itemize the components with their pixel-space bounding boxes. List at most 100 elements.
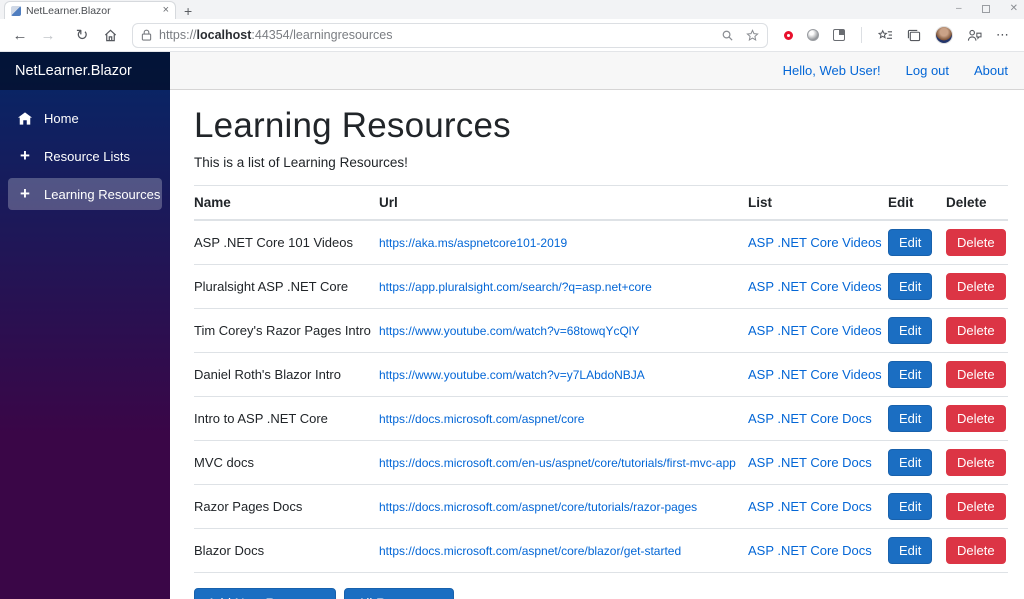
- edit-cell: Edit: [888, 229, 946, 256]
- edit-cell: Edit: [888, 317, 946, 344]
- sidebar-item-learning-resources[interactable]: + Learning Resources: [8, 178, 162, 210]
- toolbar-divider: [861, 27, 862, 43]
- delete-button[interactable]: Delete: [946, 361, 1006, 388]
- hello-user-link[interactable]: Hello, Web User!: [783, 63, 881, 78]
- resource-url-link[interactable]: https://aka.ms/aspnetcore101-2019: [379, 236, 567, 250]
- sidebar-item-label: Home: [44, 110, 79, 126]
- profile-avatar[interactable]: [935, 26, 953, 44]
- resource-list-cell: ASP .NET Core Docs: [748, 411, 888, 426]
- menu-icon[interactable]: ⋯: [996, 27, 1010, 43]
- main-panel: Learning Resources This is a list of Lea…: [170, 90, 1024, 599]
- edit-cell: Edit: [888, 493, 946, 520]
- extension-o-icon[interactable]: [784, 30, 793, 40]
- edit-button[interactable]: Edit: [888, 361, 933, 388]
- top-row: Hello, Web User! Log out About: [170, 52, 1024, 90]
- back-icon[interactable]: ←: [8, 23, 32, 47]
- resource-list-link[interactable]: ASP .NET Core Docs: [748, 499, 872, 514]
- delete-button[interactable]: Delete: [946, 229, 1006, 256]
- edit-cell: Edit: [888, 361, 946, 388]
- edit-button[interactable]: Edit: [888, 273, 933, 300]
- search-icon[interactable]: [721, 29, 734, 42]
- tab-favicon-icon: [11, 5, 21, 16]
- resource-url-cell: https://docs.microsoft.com/en-us/aspnet/…: [379, 455, 748, 470]
- col-header-delete: Delete: [946, 195, 987, 210]
- delete-cell: Delete: [946, 229, 1008, 256]
- resource-list-link[interactable]: ASP .NET Core Docs: [748, 411, 872, 426]
- resource-url-cell: https://aka.ms/aspnetcore101-2019: [379, 235, 748, 250]
- sidebar-nav: Home + Resource Lists + Learning Resourc…: [0, 90, 170, 210]
- sidebar-item-resource-lists[interactable]: + Resource Lists: [8, 140, 162, 172]
- edit-button[interactable]: Edit: [888, 493, 933, 520]
- resource-list-cell: ASP .NET Core Videos: [748, 323, 888, 338]
- all-resources-button[interactable]: All Resources: [344, 588, 454, 599]
- table-row: Pluralsight ASP .NET Core https://app.pl…: [194, 265, 1008, 309]
- delete-button[interactable]: Delete: [946, 537, 1006, 564]
- table-header-row: Name Url List Edit Delete: [194, 185, 1008, 221]
- delete-cell: Delete: [946, 493, 1008, 520]
- tab-bar: NetLearner.Blazor × + – ✕: [0, 0, 1024, 19]
- resource-url-link[interactable]: https://docs.microsoft.com/aspnet/core/b…: [379, 544, 681, 558]
- url-text: https://localhost:44354/learningresource…: [159, 28, 393, 42]
- minimize-button[interactable]: –: [956, 4, 962, 14]
- edit-button[interactable]: Edit: [888, 449, 933, 476]
- new-tab-button[interactable]: +: [184, 4, 192, 18]
- favorites-bar-icon[interactable]: [878, 28, 893, 42]
- resources-table: Name Url List Edit Delete ASP .NET Core …: [194, 185, 1008, 573]
- tab-close-icon[interactable]: ×: [163, 5, 169, 16]
- delete-button[interactable]: Delete: [946, 317, 1006, 344]
- resource-list-link[interactable]: ASP .NET Core Videos: [748, 323, 882, 338]
- sidebar-item-home[interactable]: Home: [8, 102, 162, 134]
- address-bar[interactable]: https://localhost:44354/learningresource…: [132, 22, 768, 48]
- resource-list-link[interactable]: ASP .NET Core Videos: [748, 367, 882, 382]
- resource-name: ASP .NET Core 101 Videos: [194, 235, 353, 250]
- resource-list-link[interactable]: ASP .NET Core Docs: [748, 543, 872, 558]
- resource-url-link[interactable]: https://www.youtube.com/watch?v=68towqYc…: [379, 324, 639, 338]
- delete-cell: Delete: [946, 361, 1008, 388]
- collections-icon[interactable]: [907, 29, 921, 42]
- edit-button[interactable]: Edit: [888, 405, 933, 432]
- resource-url-link[interactable]: https://www.youtube.com/watch?v=y7LAbdoN…: [379, 368, 645, 382]
- resource-url-link[interactable]: https://docs.microsoft.com/en-us/aspnet/…: [379, 456, 736, 470]
- resource-list-cell: ASP .NET Core Videos: [748, 235, 888, 250]
- edit-button[interactable]: Edit: [888, 229, 933, 256]
- browser-toolbar: ← → ↻ https://localhost:44354/learningre…: [0, 19, 1024, 52]
- resource-name: Blazor Docs: [194, 543, 265, 558]
- about-link[interactable]: About: [974, 63, 1008, 78]
- star-icon[interactable]: [746, 28, 759, 42]
- resource-list-link[interactable]: ASP .NET Core Videos: [748, 235, 882, 250]
- delete-button[interactable]: Delete: [946, 405, 1006, 432]
- home-icon[interactable]: [98, 23, 122, 47]
- delete-cell: Delete: [946, 405, 1008, 432]
- resource-url-link[interactable]: https://docs.microsoft.com/aspnet/core/t…: [379, 500, 697, 514]
- browser-tab[interactable]: NetLearner.Blazor ×: [4, 1, 176, 19]
- resource-name: Razor Pages Docs: [194, 499, 303, 514]
- restore-button[interactable]: [981, 5, 990, 13]
- delete-button[interactable]: Delete: [946, 493, 1006, 520]
- add-new-resource-button[interactable]: Add New Resource: [194, 588, 337, 599]
- col-header-list: List: [748, 195, 773, 210]
- resource-url-link[interactable]: https://docs.microsoft.com/aspnet/core: [379, 412, 584, 426]
- resource-url-link[interactable]: https://app.pluralsight.com/search/?q=as…: [379, 280, 652, 294]
- resource-list-cell: ASP .NET Core Docs: [748, 543, 888, 558]
- sidebar-item-label: Learning Resources: [44, 186, 161, 202]
- edit-button[interactable]: Edit: [888, 537, 933, 564]
- tab-title: NetLearner.Blazor: [26, 4, 111, 17]
- resource-list-cell: ASP .NET Core Videos: [748, 367, 888, 382]
- feedback-icon[interactable]: [967, 29, 982, 42]
- plus-icon: +: [20, 145, 30, 165]
- sidebar-item-label: Resource Lists: [44, 148, 130, 164]
- resource-url-cell: https://app.pluralsight.com/search/?q=as…: [379, 279, 748, 294]
- edit-button[interactable]: Edit: [888, 317, 933, 344]
- window-close-button[interactable]: ✕: [1010, 4, 1018, 14]
- extension-ball-icon[interactable]: [807, 29, 819, 41]
- logout-link[interactable]: Log out: [906, 63, 949, 78]
- delete-button[interactable]: Delete: [946, 449, 1006, 476]
- resource-list-link[interactable]: ASP .NET Core Docs: [748, 455, 872, 470]
- refresh-icon[interactable]: ↻: [70, 23, 94, 47]
- delete-button[interactable]: Delete: [946, 273, 1006, 300]
- forward-icon[interactable]: →: [36, 23, 60, 47]
- table-row: ASP .NET Core 101 Videos https://aka.ms/…: [194, 221, 1008, 265]
- extension-window-icon[interactable]: [833, 29, 845, 41]
- resource-list-link[interactable]: ASP .NET Core Videos: [748, 279, 882, 294]
- resource-url-cell: https://www.youtube.com/watch?v=68towqYc…: [379, 323, 748, 338]
